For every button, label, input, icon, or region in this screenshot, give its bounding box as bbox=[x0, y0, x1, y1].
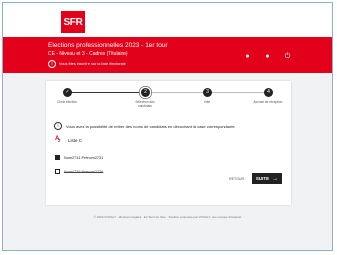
candidate-checkbox[interactable] bbox=[55, 169, 60, 174]
election-subtitle: CE - Niveau et 3 - Cadres (Titulaire) bbox=[48, 51, 128, 57]
candidate-name: Nom2731 Prénom2731 bbox=[64, 156, 103, 160]
top-bar: SFR bbox=[3, 3, 332, 37]
next-button[interactable]: SUITE → bbox=[252, 173, 282, 184]
back-button[interactable]: RETOUR bbox=[229, 177, 244, 181]
sfr-logo: SFR bbox=[61, 11, 85, 33]
help-icon[interactable]: ● bbox=[264, 53, 271, 60]
candidate-name: Nom4736 Prénom2736 bbox=[64, 170, 103, 174]
next-button-label: SUITE bbox=[256, 176, 269, 181]
vote-card: ✓ Choix élection 2 Sélection des candida… bbox=[46, 81, 291, 205]
candidate-row[interactable]: Nom2731 Prénom2731 bbox=[55, 155, 103, 160]
stepper-line bbox=[67, 92, 145, 93]
electoral-list-link[interactable]: i Vous êtes inscrit·e sur la liste élect… bbox=[48, 60, 126, 68]
list-row: Az Liste C bbox=[55, 136, 82, 144]
instruction-row: i Vous avez la possibilité de retirer de… bbox=[54, 122, 236, 130]
step-3-label: Vote bbox=[192, 100, 222, 104]
electoral-list-link-label: Vous êtes inscrit·e sur la liste élector… bbox=[59, 62, 126, 66]
arrow-right-icon: → bbox=[272, 176, 278, 182]
list-icon: Az bbox=[55, 136, 63, 144]
footer: © 2023 VOXALY · Mentions légales · En Te… bbox=[3, 215, 332, 219]
step-1-dot: ✓ bbox=[63, 88, 72, 97]
power-icon[interactable]: ⏻ bbox=[284, 53, 291, 60]
step-4-label: Accusé de réception bbox=[253, 100, 283, 104]
election-header: Elections professionnelles 2023 - 1er to… bbox=[3, 37, 332, 73]
info-icon: i bbox=[48, 60, 56, 68]
candidate-checkbox[interactable] bbox=[55, 155, 60, 160]
instruction-text: Vous avez la possibilité de retirer des … bbox=[66, 124, 236, 129]
step-4-dot: 4 bbox=[264, 88, 273, 97]
step-3-dot: 3 bbox=[203, 88, 212, 97]
list-name: Liste C bbox=[68, 138, 82, 143]
candidate-row[interactable]: Nom4736 Prénom2736 bbox=[55, 169, 103, 174]
step-2-label: Sélection des candidats bbox=[130, 100, 160, 108]
step-1-label: Choix élection bbox=[52, 100, 82, 104]
user-icon[interactable]: ● bbox=[244, 53, 251, 60]
step-2-dot: 2 bbox=[141, 88, 150, 97]
browser-frame: SFR Elections professionnelles 2023 - 1e… bbox=[2, 2, 333, 251]
info-icon: i bbox=[54, 122, 62, 130]
election-title: Elections professionnelles 2023 - 1er to… bbox=[48, 42, 168, 49]
